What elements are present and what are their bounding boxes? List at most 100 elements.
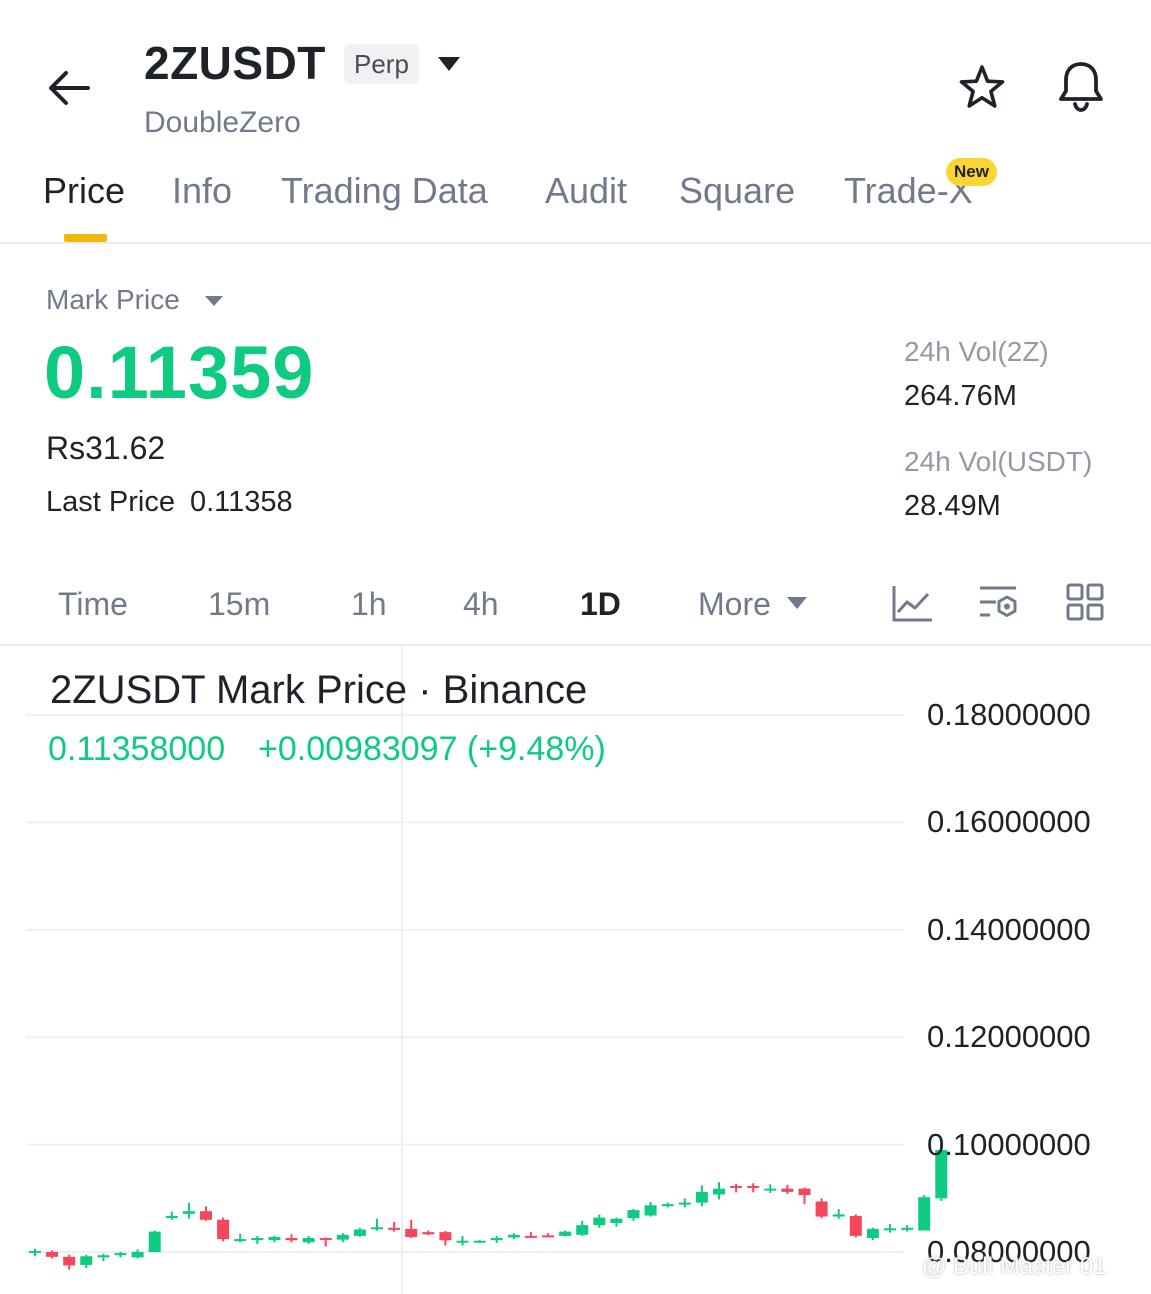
- candle: [234, 1233, 247, 1243]
- line-chart-icon: [892, 586, 932, 622]
- back-arrow-icon: [49, 71, 90, 105]
- active-tab-indicator: [64, 234, 107, 242]
- candle: [200, 1206, 212, 1221]
- asset-name: DoubleZero: [144, 106, 301, 139]
- candle: [918, 1195, 931, 1231]
- candle: [405, 1219, 418, 1239]
- candle: [131, 1249, 144, 1259]
- tab-square[interactable]: Square: [679, 170, 795, 212]
- chart-title: 2ZUSDT Mark Price · Binance: [50, 668, 588, 712]
- y-tick-label: 0.18000000: [927, 697, 1091, 732]
- caret-down-icon: [787, 597, 807, 609]
- candle: [456, 1235, 469, 1246]
- candle: [251, 1235, 264, 1244]
- interval-4h[interactable]: 4h: [463, 586, 499, 623]
- candle: [832, 1209, 845, 1219]
- favorite-button[interactable]: [956, 62, 1008, 114]
- caret-down-icon: [438, 57, 460, 71]
- candle: [285, 1234, 298, 1243]
- candle: [388, 1221, 401, 1232]
- bell-icon: [1059, 62, 1103, 112]
- star-icon: [959, 65, 1005, 108]
- chart-change: +0.00983097 (+9.48%): [258, 730, 606, 768]
- layout-grid-button[interactable]: [1064, 582, 1108, 624]
- candle: [542, 1233, 554, 1238]
- tab-price[interactable]: Price: [43, 170, 125, 212]
- y-tick-label: 0.16000000: [927, 804, 1091, 840]
- candle: [490, 1235, 503, 1243]
- candle: [319, 1237, 332, 1247]
- indicator-settings-button[interactable]: [976, 582, 1020, 624]
- candle: [884, 1224, 896, 1233]
- candle: [97, 1253, 110, 1262]
- candle: [815, 1198, 828, 1219]
- last-price-value: 0.11358: [190, 486, 293, 518]
- interval-1h[interactable]: 1h: [351, 586, 387, 623]
- contract-type-badge: Perp: [344, 44, 419, 84]
- fiat-price: Rs31.62: [46, 430, 166, 466]
- candle: [165, 1211, 178, 1220]
- grid-layout-icon: [1066, 583, 1104, 621]
- candle: [764, 1184, 777, 1193]
- candle: [713, 1182, 725, 1200]
- symbol-title[interactable]: 2ZUSDT: [144, 36, 326, 90]
- y-tick-label: 0.12000000: [927, 1019, 1091, 1055]
- candle: [610, 1217, 623, 1227]
- candle: [353, 1227, 366, 1237]
- candle: [730, 1183, 743, 1193]
- candle: [576, 1220, 589, 1236]
- candle: [182, 1202, 195, 1219]
- candle: [593, 1214, 606, 1228]
- last-price-label: Last Price: [46, 486, 175, 518]
- candle: [866, 1227, 879, 1241]
- candle: [747, 1183, 760, 1193]
- interval-time[interactable]: Time: [58, 586, 128, 623]
- indicator-settings-icon: [980, 586, 1017, 617]
- candle: [661, 1202, 674, 1208]
- candle: [217, 1217, 230, 1242]
- back-button[interactable]: [44, 62, 96, 114]
- price-alert-button[interactable]: [1054, 58, 1108, 114]
- interval-more[interactable]: More: [698, 586, 771, 623]
- candle: [29, 1248, 41, 1257]
- candle: [148, 1230, 161, 1252]
- candle: [627, 1209, 640, 1221]
- mark-price-value: 0.11359: [44, 331, 315, 414]
- candle: [80, 1254, 93, 1269]
- vol-base-label: 24h Vol(2Z): [904, 336, 1049, 367]
- line-chart-toggle[interactable]: [890, 582, 934, 624]
- tab-trading-data[interactable]: Trading Data: [281, 170, 488, 212]
- candle: [336, 1233, 349, 1243]
- tabs-divider: [0, 242, 1151, 244]
- candle: [268, 1235, 281, 1243]
- candle: [559, 1230, 572, 1237]
- candle: [473, 1240, 486, 1243]
- interval-15m[interactable]: 15m: [208, 586, 270, 623]
- candle: [371, 1218, 383, 1231]
- candle: [849, 1214, 862, 1238]
- watermark: @ Bull Master 01: [922, 1253, 1107, 1280]
- candle: [524, 1232, 537, 1239]
- interval-1d[interactable]: 1D: [580, 586, 621, 623]
- vol-quote-value: 28.49M: [904, 490, 1001, 522]
- candle: [507, 1233, 520, 1240]
- tab-audit[interactable]: Audit: [545, 170, 627, 212]
- symbol-dropdown-button[interactable]: [434, 52, 464, 76]
- candle: [644, 1202, 657, 1217]
- y-tick-label: 0.14000000: [927, 911, 1091, 947]
- candle: [678, 1198, 691, 1208]
- candle: [63, 1254, 76, 1270]
- y-tick-label: 0.10000000: [927, 1126, 1091, 1162]
- tab-info[interactable]: Info: [172, 170, 232, 212]
- candle: [695, 1185, 708, 1207]
- candle: [798, 1187, 811, 1205]
- new-badge: New: [946, 158, 997, 186]
- caret-down-icon: [205, 296, 223, 306]
- vol-quote-label: 24h Vol(USDT): [904, 446, 1093, 477]
- price-type-selector[interactable]: Mark Price: [46, 284, 180, 316]
- candle: [781, 1184, 794, 1195]
- candles: [29, 1144, 948, 1270]
- vol-base-value: 264.76M: [904, 380, 1017, 412]
- candle: [439, 1231, 452, 1246]
- candle: [422, 1230, 435, 1236]
